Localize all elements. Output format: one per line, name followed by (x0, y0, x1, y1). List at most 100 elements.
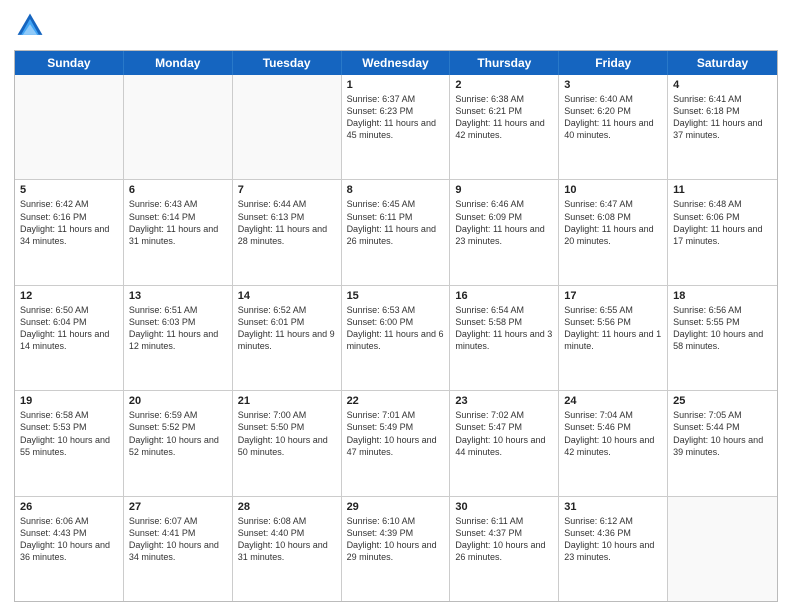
calendar-week: 5 Sunrise: 6:42 AM Sunset: 6:16 PM Daylig… (15, 180, 777, 285)
cell-text: Sunrise: 6:52 AM Sunset: 6:01 PM Dayligh… (238, 304, 336, 353)
calendar-cell: 26 Sunrise: 6:06 AM Sunset: 4:43 PM Dayli… (15, 497, 124, 601)
calendar-cell: 19 Sunrise: 6:58 AM Sunset: 5:53 PM Dayli… (15, 391, 124, 495)
calendar-cell: 21 Sunrise: 7:00 AM Sunset: 5:50 PM Dayli… (233, 391, 342, 495)
day-number: 8 (347, 184, 445, 196)
calendar-cell: 15 Sunrise: 6:53 AM Sunset: 6:00 PM Dayli… (342, 286, 451, 390)
day-number: 1 (347, 79, 445, 91)
calendar-header-cell: Thursday (450, 51, 559, 75)
calendar-cell (124, 75, 233, 179)
calendar: SundayMondayTuesdayWednesdayThursdayFrid… (14, 50, 778, 602)
calendar-cell: 17 Sunrise: 6:55 AM Sunset: 5:56 PM Dayli… (559, 286, 668, 390)
cell-text: Sunrise: 6:53 AM Sunset: 6:00 PM Dayligh… (347, 304, 445, 353)
calendar-cell: 27 Sunrise: 6:07 AM Sunset: 4:41 PM Dayli… (124, 497, 233, 601)
cell-text: Sunrise: 6:12 AM Sunset: 4:36 PM Dayligh… (564, 515, 662, 564)
day-number: 11 (673, 184, 772, 196)
day-number: 6 (129, 184, 227, 196)
calendar-cell: 10 Sunrise: 6:47 AM Sunset: 6:08 PM Dayli… (559, 180, 668, 284)
cell-text: Sunrise: 6:42 AM Sunset: 6:16 PM Dayligh… (20, 198, 118, 247)
calendar-body: 1 Sunrise: 6:37 AM Sunset: 6:23 PM Daylig… (15, 75, 777, 601)
calendar-week: 19 Sunrise: 6:58 AM Sunset: 5:53 PM Dayli… (15, 391, 777, 496)
calendar-cell: 4Sunrise: 6:41 AM Sunset: 6:18 PM Daylig… (668, 75, 777, 179)
cell-text: Sunrise: 7:01 AM Sunset: 5:49 PM Dayligh… (347, 409, 445, 458)
day-number: 14 (238, 290, 336, 302)
day-number: 31 (564, 501, 662, 513)
cell-text: Sunrise: 6:07 AM Sunset: 4:41 PM Dayligh… (129, 515, 227, 564)
calendar-cell: 24Sunrise: 7:04 AM Sunset: 5:46 PM Dayli… (559, 391, 668, 495)
day-number: 16 (455, 290, 553, 302)
day-number: 21 (238, 395, 336, 407)
calendar-cell: 5 Sunrise: 6:42 AM Sunset: 6:16 PM Daylig… (15, 180, 124, 284)
cell-text: Sunrise: 6:41 AM Sunset: 6:18 PM Dayligh… (673, 93, 772, 142)
day-number: 17 (564, 290, 662, 302)
day-number: 22 (347, 395, 445, 407)
calendar-week: 12 Sunrise: 6:50 AM Sunset: 6:04 PM Dayli… (15, 286, 777, 391)
cell-text: Sunrise: 6:44 AM Sunset: 6:13 PM Dayligh… (238, 198, 336, 247)
day-number: 27 (129, 501, 227, 513)
calendar-week: 26 Sunrise: 6:06 AM Sunset: 4:43 PM Dayli… (15, 497, 777, 601)
page: SundayMondayTuesdayWednesdayThursdayFrid… (0, 0, 792, 612)
calendar-header-cell: Friday (559, 51, 668, 75)
day-number: 18 (673, 290, 772, 302)
cell-text: Sunrise: 7:04 AM Sunset: 5:46 PM Dayligh… (564, 409, 662, 458)
day-number: 9 (455, 184, 553, 196)
cell-text: Sunrise: 6:51 AM Sunset: 6:03 PM Dayligh… (129, 304, 227, 353)
calendar-cell: 14 Sunrise: 6:52 AM Sunset: 6:01 PM Dayli… (233, 286, 342, 390)
cell-text: Sunrise: 6:08 AM Sunset: 4:40 PM Dayligh… (238, 515, 336, 564)
cell-text: Sunrise: 6:38 AM Sunset: 6:21 PM Dayligh… (455, 93, 553, 142)
calendar-cell: 23 Sunrise: 7:02 AM Sunset: 5:47 PM Dayli… (450, 391, 559, 495)
calendar-header-cell: Saturday (668, 51, 777, 75)
cell-text: Sunrise: 6:06 AM Sunset: 4:43 PM Dayligh… (20, 515, 118, 564)
cell-text: Sunrise: 6:40 AM Sunset: 6:20 PM Dayligh… (564, 93, 662, 142)
day-number: 20 (129, 395, 227, 407)
calendar-cell: 11Sunrise: 6:48 AM Sunset: 6:06 PM Dayli… (668, 180, 777, 284)
day-number: 15 (347, 290, 445, 302)
day-number: 7 (238, 184, 336, 196)
calendar-cell: 1 Sunrise: 6:37 AM Sunset: 6:23 PM Daylig… (342, 75, 451, 179)
calendar-cell: 18 Sunrise: 6:56 AM Sunset: 5:55 PM Dayli… (668, 286, 777, 390)
day-number: 19 (20, 395, 118, 407)
day-number: 12 (20, 290, 118, 302)
day-number: 25 (673, 395, 772, 407)
cell-text: Sunrise: 6:46 AM Sunset: 6:09 PM Dayligh… (455, 198, 553, 247)
cell-text: Sunrise: 6:55 AM Sunset: 5:56 PM Dayligh… (564, 304, 662, 353)
day-number: 5 (20, 184, 118, 196)
calendar-cell: 31 Sunrise: 6:12 AM Sunset: 4:36 PM Dayli… (559, 497, 668, 601)
calendar-header-cell: Sunday (15, 51, 124, 75)
calendar-cell (233, 75, 342, 179)
calendar-cell: 30Sunrise: 6:11 AM Sunset: 4:37 PM Dayli… (450, 497, 559, 601)
calendar-cell: 2 Sunrise: 6:38 AM Sunset: 6:21 PM Daylig… (450, 75, 559, 179)
calendar-cell: 9 Sunrise: 6:46 AM Sunset: 6:09 PM Daylig… (450, 180, 559, 284)
header (14, 10, 778, 42)
calendar-cell: 20 Sunrise: 6:59 AM Sunset: 5:52 PM Dayli… (124, 391, 233, 495)
cell-text: Sunrise: 6:10 AM Sunset: 4:39 PM Dayligh… (347, 515, 445, 564)
day-number: 29 (347, 501, 445, 513)
cell-text: Sunrise: 7:02 AM Sunset: 5:47 PM Dayligh… (455, 409, 553, 458)
cell-text: Sunrise: 6:45 AM Sunset: 6:11 PM Dayligh… (347, 198, 445, 247)
day-number: 28 (238, 501, 336, 513)
cell-text: Sunrise: 6:59 AM Sunset: 5:52 PM Dayligh… (129, 409, 227, 458)
cell-text: Sunrise: 6:11 AM Sunset: 4:37 PM Dayligh… (455, 515, 553, 564)
calendar-header-cell: Tuesday (233, 51, 342, 75)
calendar-cell: 25 Sunrise: 7:05 AM Sunset: 5:44 PM Dayli… (668, 391, 777, 495)
day-number: 23 (455, 395, 553, 407)
cell-text: Sunrise: 6:37 AM Sunset: 6:23 PM Dayligh… (347, 93, 445, 142)
calendar-cell: 7 Sunrise: 6:44 AM Sunset: 6:13 PM Daylig… (233, 180, 342, 284)
calendar-week: 1 Sunrise: 6:37 AM Sunset: 6:23 PM Daylig… (15, 75, 777, 180)
cell-text: Sunrise: 7:05 AM Sunset: 5:44 PM Dayligh… (673, 409, 772, 458)
day-number: 2 (455, 79, 553, 91)
logo (14, 10, 50, 42)
calendar-cell (15, 75, 124, 179)
day-number: 10 (564, 184, 662, 196)
cell-text: Sunrise: 7:00 AM Sunset: 5:50 PM Dayligh… (238, 409, 336, 458)
calendar-header-row: SundayMondayTuesdayWednesdayThursdayFrid… (15, 51, 777, 75)
calendar-cell: 3 Sunrise: 6:40 AM Sunset: 6:20 PM Daylig… (559, 75, 668, 179)
day-number: 26 (20, 501, 118, 513)
cell-text: Sunrise: 6:50 AM Sunset: 6:04 PM Dayligh… (20, 304, 118, 353)
day-number: 3 (564, 79, 662, 91)
cell-text: Sunrise: 6:54 AM Sunset: 5:58 PM Dayligh… (455, 304, 553, 353)
cell-text: Sunrise: 6:47 AM Sunset: 6:08 PM Dayligh… (564, 198, 662, 247)
calendar-cell: 29 Sunrise: 6:10 AM Sunset: 4:39 PM Dayli… (342, 497, 451, 601)
cell-text: Sunrise: 6:56 AM Sunset: 5:55 PM Dayligh… (673, 304, 772, 353)
calendar-header-cell: Monday (124, 51, 233, 75)
cell-text: Sunrise: 6:58 AM Sunset: 5:53 PM Dayligh… (20, 409, 118, 458)
